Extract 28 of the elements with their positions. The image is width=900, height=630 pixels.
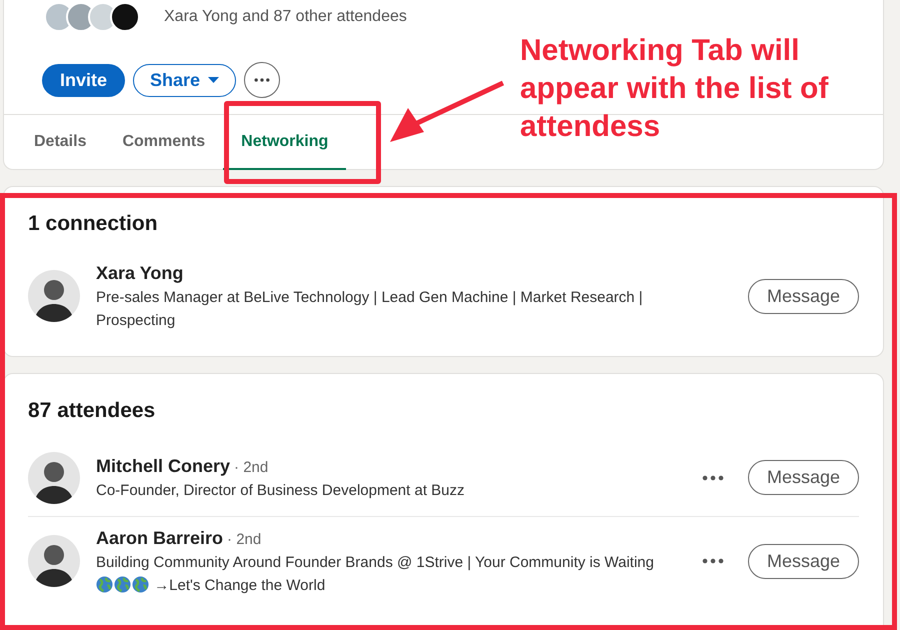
person-name[interactable]: Aaron Barreiro bbox=[96, 525, 224, 552]
message-button[interactable]: Message bbox=[748, 278, 859, 314]
invite-button[interactable]: Invite bbox=[42, 64, 126, 96]
person-headline: Building Community Around Founder Brands @ 1Strive | Your Community is Waiting →Let's Change the World bbox=[96, 553, 655, 596]
tab[interactable]: Details bbox=[16, 115, 104, 170]
more-button[interactable] bbox=[244, 62, 280, 98]
connection-degree: · 2nd bbox=[234, 458, 268, 478]
annotation-text: Networking Tab will appear with the list of attendess bbox=[520, 33, 830, 145]
more-icon bbox=[702, 474, 724, 481]
attendees-text: Xara Yong and 87 other attendees bbox=[164, 7, 407, 27]
caret-icon bbox=[208, 77, 220, 83]
person-headline: Co-Founder, Director of Business Development at Buzz bbox=[96, 481, 466, 502]
tab[interactable]: Networking bbox=[223, 115, 346, 170]
globe-icon bbox=[132, 576, 149, 593]
globe-icon bbox=[114, 576, 131, 593]
message-button[interactable]: Message bbox=[748, 544, 859, 579]
person-headline: Pre-sales Manager at BeLive Technology | Lead Gen Machine | Market Research | Prospecting bbox=[96, 288, 644, 331]
section-title: 1 connection bbox=[28, 211, 159, 236]
share-button[interactable]: Share bbox=[133, 64, 236, 96]
more-icon bbox=[254, 77, 270, 83]
more-icon bbox=[702, 558, 724, 564]
tab[interactable]: Comments bbox=[104, 115, 224, 170]
message-button[interactable]: Message bbox=[748, 460, 859, 496]
person-name[interactable]: Xara Yong bbox=[96, 260, 184, 288]
person-name[interactable]: Mitchell Conery bbox=[96, 453, 230, 480]
connection-degree: · 2nd bbox=[227, 530, 262, 550]
globe-icon bbox=[96, 576, 113, 593]
section-title: 87 attendees bbox=[28, 398, 156, 424]
